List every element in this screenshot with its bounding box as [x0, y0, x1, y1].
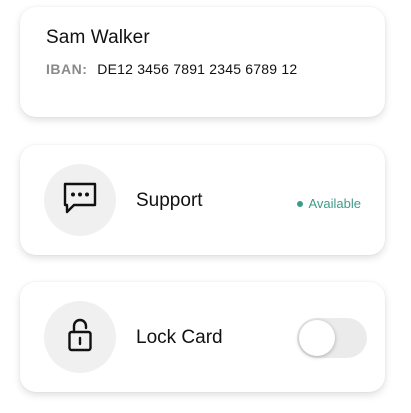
padlock-icon	[67, 317, 93, 358]
iban-value: DE12 3456 7891 2345 6789 12	[97, 61, 298, 77]
toggle-knob[interactable]	[299, 320, 335, 356]
account-card: Sam Walker IBAN: DE12 3456 7891 2345 678…	[20, 7, 385, 117]
support-status: Available	[297, 196, 361, 211]
lock-icon-badge	[44, 301, 116, 373]
iban-label: IBAN:	[46, 61, 88, 77]
lock-card-label: Lock Card	[136, 327, 223, 348]
iban-row: IBAN: DE12 3456 7891 2345 6789 12	[46, 61, 297, 77]
chat-bubble-icon	[62, 181, 98, 220]
lock-card-row: Lock Card	[20, 282, 385, 392]
lock-card-toggle[interactable]	[297, 318, 367, 358]
support-icon-badge	[44, 164, 116, 236]
support-status-text: Available	[308, 196, 361, 211]
support-label: Support	[136, 190, 203, 211]
support-row[interactable]: Support Available	[20, 145, 385, 255]
account-holder-name: Sam Walker	[46, 27, 150, 48]
status-dot-icon	[297, 200, 304, 207]
